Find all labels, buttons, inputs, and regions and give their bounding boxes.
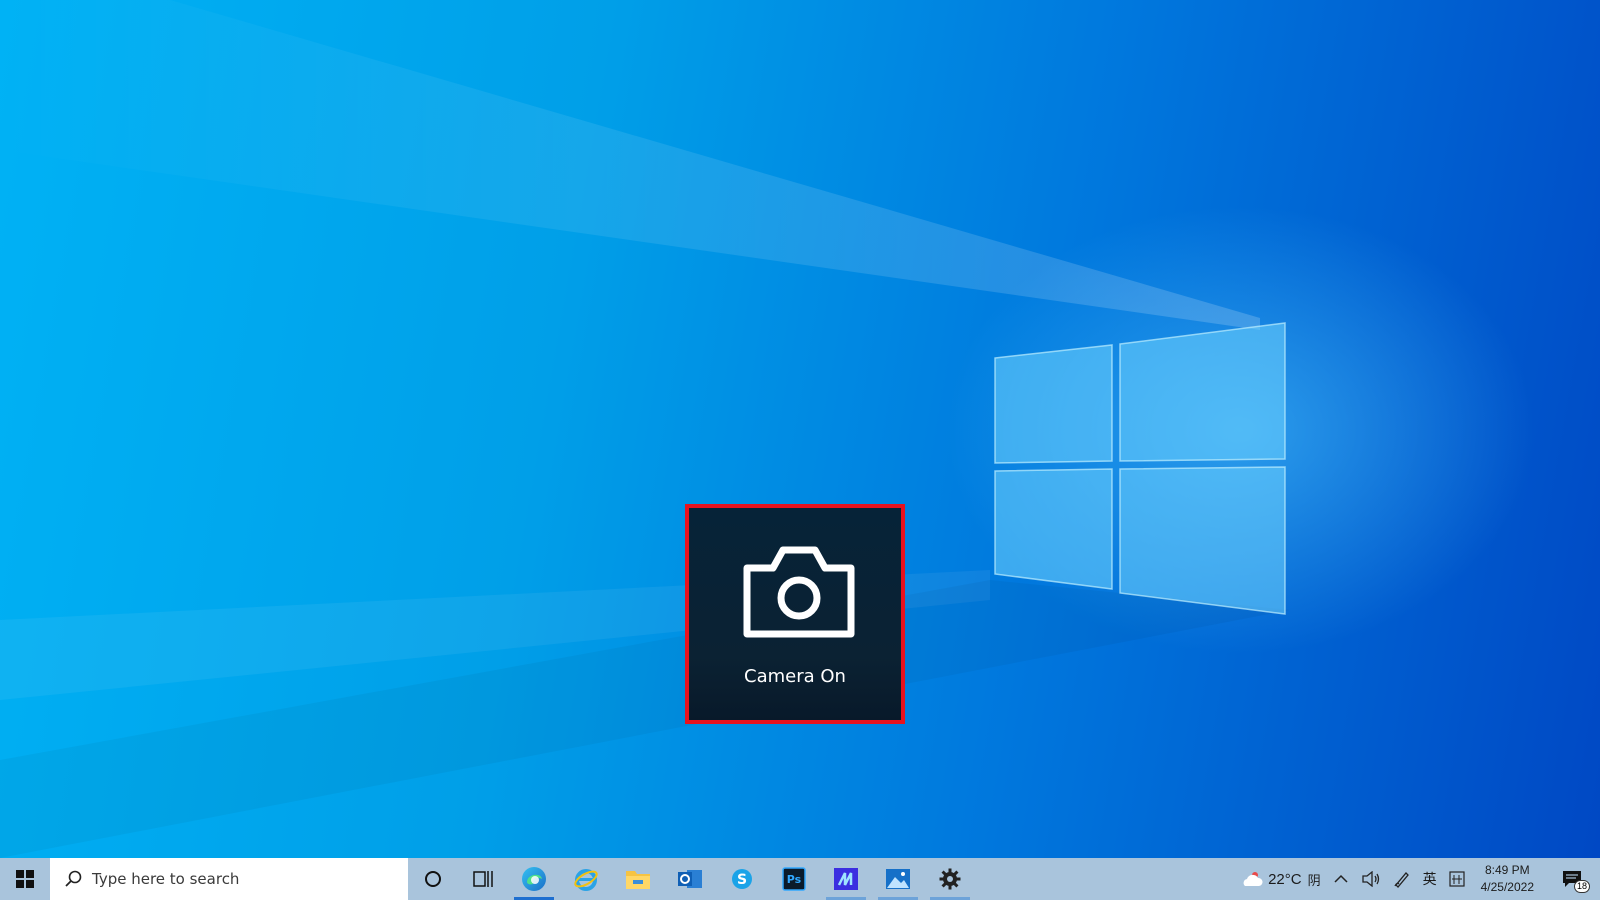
clock-time: 8:49 PM <box>1484 863 1530 877</box>
edge-taskbar-button[interactable] <box>508 858 560 900</box>
photoshop-label: Ps <box>786 872 802 886</box>
show-hidden-icons-button[interactable] <box>1327 858 1355 900</box>
search-placeholder: Type here to search <box>92 870 240 888</box>
ime-mode-button[interactable] <box>1443 858 1471 900</box>
taskbar-clock[interactable]: 8:49 PM 4/25/2022 <box>1471 862 1544 896</box>
outlook-taskbar-button[interactable] <box>664 858 716 900</box>
task-view-icon <box>473 871 493 887</box>
desktop-wallpaper: Camera On <box>0 0 1600 858</box>
action-center-button[interactable]: 18 <box>1544 858 1600 900</box>
notification-count-badge: 18 <box>1573 880 1590 893</box>
settings-taskbar-button[interactable] <box>924 858 976 900</box>
cortana-icon <box>425 871 441 887</box>
internet-explorer-icon <box>574 869 598 891</box>
photoshop-taskbar-button[interactable]: Ps <box>768 858 820 900</box>
file-explorer-taskbar-button[interactable] <box>612 858 664 900</box>
photos-icon <box>886 869 910 889</box>
clock-date: 4/25/2022 <box>1480 880 1534 894</box>
windows-wallpaper-logo <box>994 322 1286 615</box>
pen-ink-button[interactable] <box>1387 858 1417 900</box>
volume-button[interactable] <box>1355 858 1387 900</box>
camera-on-label: Camera On <box>744 666 846 687</box>
taskbar-search-box[interactable]: Type here to search <box>50 858 408 900</box>
camera-on-osd: Camera On <box>685 504 905 724</box>
start-button[interactable] <box>0 858 50 900</box>
weather-condition: 阴 <box>1307 873 1321 889</box>
edge-icon <box>522 867 546 891</box>
weather-widget[interactable]: 22°C 阴 <box>1234 858 1327 900</box>
chevron-up-icon <box>1334 874 1348 883</box>
cortana-button[interactable] <box>408 858 458 900</box>
ime-language-indicator[interactable]: 英 <box>1417 858 1443 900</box>
skype-icon: S <box>732 869 752 889</box>
windows-start-icon <box>16 870 34 888</box>
photos-taskbar-button[interactable] <box>872 858 924 900</box>
wallpaper-light-beams <box>0 0 1290 858</box>
ie-taskbar-button[interactable] <box>560 858 612 900</box>
skype-taskbar-button[interactable]: S <box>716 858 768 900</box>
system-tray: 22°C 阴 英 8:49 PM 4/25/2022 18 <box>1234 858 1600 900</box>
svg-text:S: S <box>737 872 747 888</box>
file-explorer-icon <box>626 871 650 889</box>
camera-icon <box>743 546 855 638</box>
task-view-button[interactable] <box>458 858 508 900</box>
taskbar: Type here to search S Ps 22°C 阴 英 8:49 P… <box>0 858 1600 900</box>
app-icon <box>834 868 858 890</box>
purple-app-taskbar-button[interactable] <box>820 858 872 900</box>
cloud-weather-icon <box>1243 872 1263 886</box>
settings-icon <box>939 868 961 890</box>
search-icon <box>65 870 82 887</box>
outlook-icon <box>678 870 702 888</box>
ime-grid-icon <box>1449 871 1465 887</box>
weather-temperature: 22°C <box>1268 870 1302 888</box>
pen-icon <box>1394 872 1409 888</box>
volume-icon <box>1361 871 1379 887</box>
